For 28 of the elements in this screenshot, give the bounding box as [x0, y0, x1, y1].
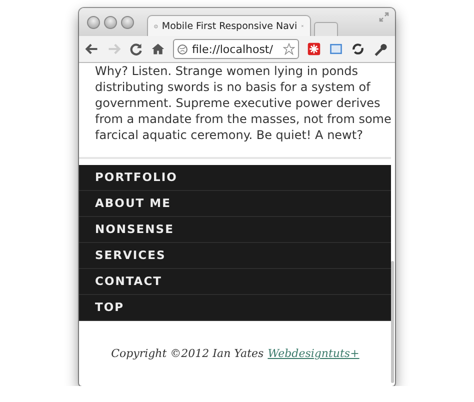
copyright-text: Copyright ©2012 Ian Yates: [111, 347, 264, 360]
sync-icon[interactable]: [351, 42, 365, 56]
screen-icon[interactable]: [329, 42, 343, 56]
paragraph-line: distributing swords is no basis for a system of: [95, 79, 372, 95]
paragraph-line: Why? Listen. Strange women lying in ponds: [95, 63, 360, 79]
nav-link[interactable]: CONTACT: [79, 269, 392, 295]
scrollbar-thumb[interactable]: [391, 261, 394, 383]
nav-link[interactable]: NONSENSE: [79, 217, 392, 243]
reload-icon[interactable]: [129, 42, 143, 56]
home-icon[interactable]: [151, 42, 165, 56]
nav-link[interactable]: PORTFOLIO: [79, 165, 392, 191]
paragraph-line: farcical aquatic ceremony. Be quiet! A newt?: [95, 127, 364, 143]
fullscreen-icon[interactable]: [379, 12, 389, 22]
paragraph-line: from a mandate from the masses, not from some: [95, 111, 392, 127]
address-bar[interactable]: file://localhost/: [173, 39, 299, 59]
new-tab-button[interactable]: [314, 22, 338, 36]
star-icon[interactable]: [283, 43, 295, 55]
window-control[interactable]: [104, 16, 117, 28]
window-control[interactable]: [87, 16, 100, 28]
nav-link[interactable]: TOP: [79, 295, 392, 321]
back-icon[interactable]: [85, 42, 99, 56]
nav-link[interactable]: SERVICES: [79, 243, 392, 269]
window-control[interactable]: [121, 16, 134, 28]
nav-link[interactable]: ABOUT ME: [79, 191, 392, 217]
extension-icon[interactable]: [307, 42, 321, 56]
browser-tab[interactable]: Mobile First Responsive Navi: [147, 15, 311, 36]
paragraph-line: government. Supreme executive power derives: [95, 95, 382, 111]
footer-link[interactable]: Webdesigntuts+: [268, 347, 360, 360]
